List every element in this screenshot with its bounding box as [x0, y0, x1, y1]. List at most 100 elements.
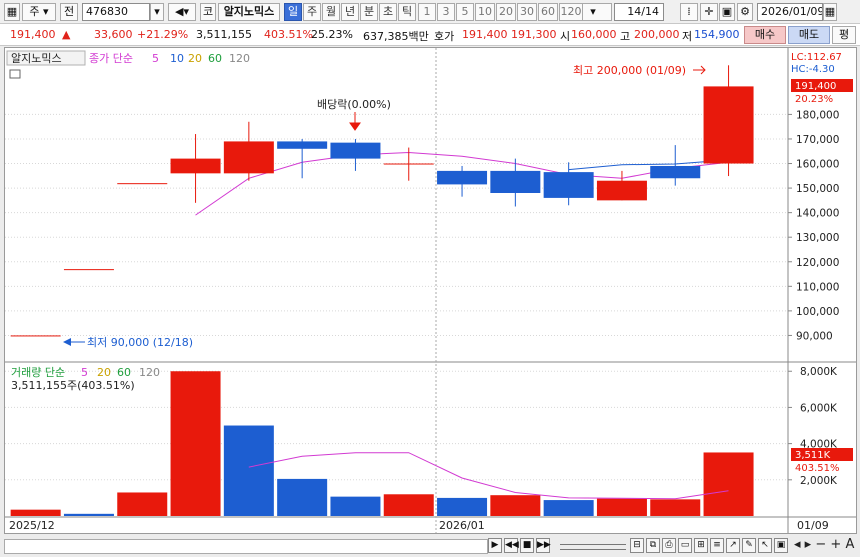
zoom-out-icon[interactable]: − — [815, 537, 826, 552]
date-input[interactable]: 2026/01/09 — [757, 3, 823, 21]
volume-legend-5: 5 — [81, 366, 88, 379]
period-3[interactable]: 년 — [341, 3, 359, 21]
draw-icon[interactable]: ✎ — [742, 538, 756, 553]
high-label: 고 — [620, 30, 631, 43]
volume-legend-60: 60 — [117, 366, 131, 379]
forward-icon[interactable]: ▶▶ — [536, 538, 551, 553]
price-tick-label: 180,000 — [796, 109, 839, 121]
stock-code-input[interactable]: 476830 — [82, 3, 150, 21]
split-view-icon[interactable]: ⊟ — [630, 538, 644, 553]
layout-icon[interactable]: ▦ — [4, 3, 20, 21]
mode-label: 주 — [29, 5, 40, 18]
volume-bar — [330, 496, 381, 516]
calendar-icon[interactable]: ▦ — [823, 3, 837, 21]
save-icon[interactable]: ▣ — [719, 3, 735, 21]
dividend-label: 배당락(0.00%) — [317, 98, 391, 111]
high-arrow-icon — [693, 65, 706, 75]
mode-select[interactable]: 주 ▾ — [22, 3, 56, 21]
gear-icon[interactable]: ⚙ — [737, 3, 753, 21]
code-dropdown-icon[interactable]: ▾ — [150, 3, 164, 21]
price-tick-label: 160,000 — [796, 159, 839, 171]
interval-30[interactable]: 30 — [517, 3, 537, 21]
candle-body — [596, 180, 647, 201]
print-icon[interactable]: ⎙ — [662, 538, 676, 553]
rewind-icon[interactable]: ◀◀ — [504, 538, 519, 553]
zoom-controls: ◂ ▸ − + A — [794, 537, 854, 552]
volume-legend-label: 거래량 단순 — [11, 366, 65, 379]
lc-label: LC:112.67 — [791, 52, 842, 63]
volume-bar — [170, 371, 221, 516]
grid-icon[interactable]: ⁞ — [680, 3, 698, 21]
volume-bar — [383, 494, 434, 516]
candle-body — [277, 141, 328, 149]
zoom-slider[interactable] — [560, 544, 626, 550]
ask-price: 191,400 — [462, 28, 508, 41]
period-2[interactable]: 월 — [322, 3, 340, 21]
volume-bar — [490, 495, 541, 516]
stock-chart[interactable]: 180,000 170,000 160,000 150,000 140,000 130,0… — [5, 48, 856, 533]
stop-icon[interactable]: ■ — [520, 538, 534, 553]
market-button[interactable]: 코 — [200, 3, 216, 21]
open-label: 시 — [560, 30, 571, 43]
scroll-track[interactable] — [4, 539, 488, 554]
chart-area[interactable]: 180,000 170,000 160,000 150,000 140,000 130,0… — [4, 47, 857, 534]
candle-body — [490, 170, 541, 193]
eval-button[interactable]: 평 — [832, 26, 856, 44]
volume-bar — [10, 509, 61, 516]
crosshair-icon[interactable]: ✛ — [700, 3, 718, 21]
page-indicator: 14/14 — [614, 3, 664, 21]
sell-button[interactable]: 매도 — [788, 26, 830, 44]
ruler-icon[interactable]: ▭ — [678, 538, 692, 553]
stock-name[interactable]: 알지노믹스 — [218, 3, 280, 21]
interval-1[interactable]: 1 — [418, 3, 436, 21]
cursor-icon[interactable]: ↖ — [758, 538, 772, 553]
price-change: 33,600 — [94, 28, 133, 41]
scroll-right-icon[interactable]: ▸ — [805, 537, 812, 552]
interval-5[interactable]: 5 — [456, 3, 474, 21]
zoom-in-icon[interactable]: + — [830, 537, 841, 552]
bid-price: 191,300 — [511, 28, 557, 41]
volume-legend-20: 20 — [97, 366, 111, 379]
scale-icon[interactable]: ⊞ — [694, 538, 708, 553]
board-button[interactable]: 전 — [60, 3, 78, 21]
align-icon[interactable]: ≡ — [710, 538, 724, 553]
low-price: 154,900 — [694, 28, 740, 41]
copy-icon[interactable]: ⧉ — [646, 538, 660, 553]
interval-20[interactable]: 20 — [496, 3, 516, 21]
speaker-icon[interactable]: ◀▾ — [168, 3, 196, 21]
play-icon[interactable]: ▶ — [488, 538, 502, 553]
ma-legend-label: 종가 단순 — [89, 52, 133, 65]
trend-icon[interactable]: ↗ — [726, 538, 740, 553]
font-size-icon[interactable]: A — [845, 537, 854, 552]
volume-tick-label: 6,000K — [800, 402, 838, 414]
ma-legend-20: 20 — [188, 52, 202, 65]
candle-body — [437, 170, 488, 185]
period-0[interactable]: 일 — [284, 3, 302, 21]
interval-10[interactable]: 10 — [475, 3, 495, 21]
candle-body — [223, 141, 274, 174]
price-tick-label: 100,000 — [796, 306, 839, 318]
period-1[interactable]: 주 — [303, 3, 321, 21]
volume-ratio: 403.51% — [264, 28, 313, 41]
price-tick-label: 110,000 — [796, 281, 839, 293]
x-label-start: 2025/12 — [9, 519, 55, 532]
volume-tag-pct: 403.51% — [795, 463, 840, 474]
period-5[interactable]: 초 — [379, 3, 397, 21]
period-4[interactable]: 분 — [360, 3, 378, 21]
period-6[interactable]: 틱 — [398, 3, 416, 21]
volume-tag-value: 3,511K — [795, 450, 831, 461]
price-tick-label: 150,000 — [796, 183, 839, 195]
interval-3[interactable]: 3 — [437, 3, 455, 21]
scroll-left-icon[interactable]: ◂ — [794, 537, 801, 552]
interval-60[interactable]: 60 — [538, 3, 558, 21]
panel-icon[interactable] — [9, 69, 21, 79]
price-tick-label: 120,000 — [796, 257, 839, 269]
ma-legend-5: 5 — [152, 52, 159, 65]
candle-body — [330, 142, 381, 159]
candle-body — [383, 163, 434, 165]
buy-button[interactable]: 매수 — [744, 26, 786, 44]
trade-amount: 637,385백만 — [363, 30, 429, 43]
camera-icon[interactable]: ▣ — [774, 538, 788, 553]
interval-120[interactable]: 120 — [559, 3, 583, 21]
volume-bar — [223, 425, 274, 516]
